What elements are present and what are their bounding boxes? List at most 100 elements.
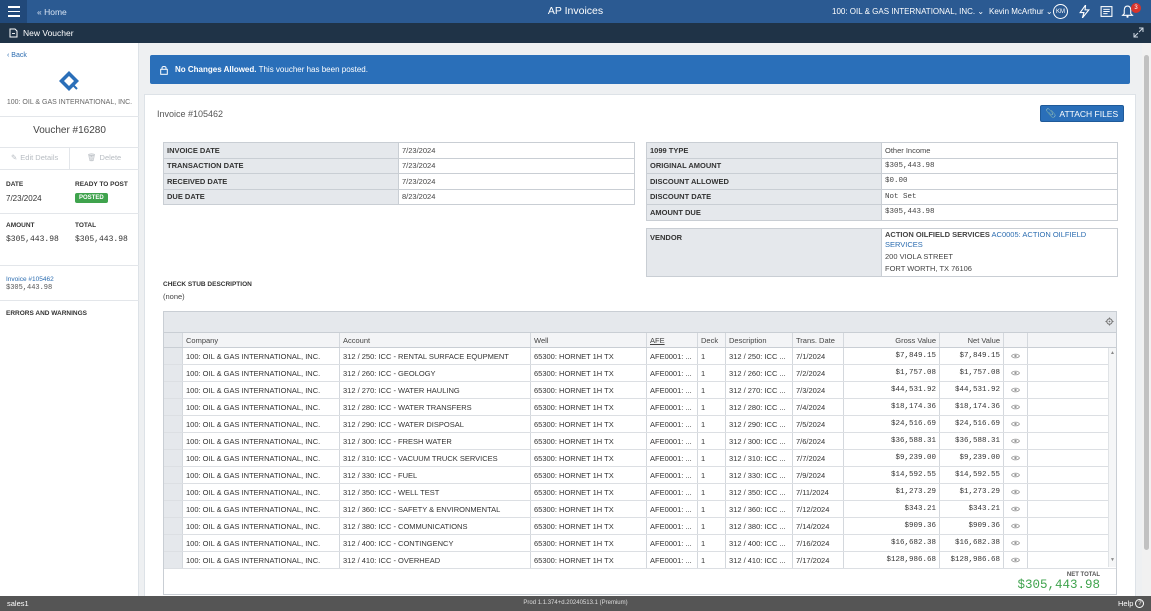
table-row[interactable]: 100: OIL & GAS INTERNATIONAL, INC. 312 / … [164,535,1116,552]
description-cell: 312 / 330: ICC ... [726,467,793,483]
help-link[interactable]: Help ? [1118,599,1145,608]
table-row[interactable]: 100: OIL & GAS INTERNATIONAL, INC. 312 / … [164,433,1116,450]
table-row[interactable]: 100: OIL & GAS INTERNATIONAL, INC. 312 / … [164,348,1116,365]
lightning-icon[interactable] [1078,5,1091,18]
sidebar-company-name: 100: OIL & GAS INTERNATIONAL, INC. [6,99,133,106]
column-header-well[interactable]: Well [531,333,647,347]
attach-files-button[interactable]: 📎 ATTACH FILES [1040,105,1124,122]
net-value-cell: $24,516.69 [940,416,1004,432]
field-label: ORIGINAL AMOUNT [646,157,882,174]
row-selector[interactable] [164,365,183,381]
table-row[interactable]: 100: OIL & GAS INTERNATIONAL, INC. 312 / … [164,518,1116,535]
home-link[interactable]: « Home [37,7,67,17]
table-row[interactable]: 100: OIL & GAS INTERNATIONAL, INC. 312 / … [164,467,1116,484]
net-value-cell: $1,757.08 [940,365,1004,381]
table-row[interactable]: 100: OIL & GAS INTERNATIONAL, INC. 312 / … [164,365,1116,382]
column-header-gross-value[interactable]: Gross Value [844,333,940,347]
row-selector[interactable] [164,433,183,449]
table-row[interactable]: 100: OIL & GAS INTERNATIONAL, INC. 312 / … [164,501,1116,518]
company-cell: 100: OIL & GAS INTERNATIONAL, INC. [183,399,340,415]
column-header-trans-date[interactable]: Trans. Date [793,333,844,347]
row-selector[interactable] [164,416,183,432]
grid-scrollbar[interactable]: ▲ ▼ [1108,348,1116,567]
company-cell: 100: OIL & GAS INTERNATIONAL, INC. [183,518,340,534]
divider [0,300,139,301]
well-cell: 65300: HORNET 1H TX [531,348,647,364]
eye-icon[interactable] [1004,382,1028,398]
document-list-icon[interactable] [1100,5,1113,18]
scroll-up-icon[interactable]: ▲ [1110,350,1115,356]
deck-cell: 1 [698,501,726,517]
new-voucher-button[interactable]: New Voucher [9,28,74,38]
trans-date-cell: 7/5/2024 [793,416,844,432]
well-cell: 65300: HORNET 1H TX [531,518,647,534]
eye-icon[interactable] [1004,467,1028,483]
column-header-net-value[interactable]: Net Value [940,333,1004,347]
expand-icon[interactable] [1133,27,1144,38]
divider [0,265,139,266]
gear-icon[interactable] [1105,317,1114,326]
menu-icon[interactable] [0,0,27,23]
table-row[interactable]: 100: OIL & GAS INTERNATIONAL, INC. 312 / … [164,484,1116,501]
row-selector[interactable] [164,399,183,415]
page-scrollbar[interactable] [1142,43,1151,596]
eye-icon[interactable] [1004,450,1028,466]
eye-icon[interactable] [1004,501,1028,517]
deck-cell: 1 [698,535,726,551]
table-row[interactable]: 100: OIL & GAS INTERNATIONAL, INC. 312 / … [164,416,1116,433]
column-header-company[interactable]: Company [183,333,340,347]
eye-icon[interactable] [1004,348,1028,364]
eye-icon[interactable] [1004,518,1028,534]
user-menu[interactable]: Kevin McArthur ⌄ [989,7,1053,16]
gross-value-cell: $1,757.08 [844,365,940,381]
row-selector[interactable] [164,467,183,483]
table-row: TRANSACTION DATE 7/23/2024 [163,157,635,174]
table-row[interactable]: 100: OIL & GAS INTERNATIONAL, INC. 312 / … [164,450,1116,467]
eye-icon[interactable] [1004,433,1028,449]
row-selector-header [164,333,183,347]
row-selector[interactable] [164,518,183,534]
row-selector[interactable] [164,450,183,466]
grid-header-row: Company Account Well AFE Deck Descriptio… [164,333,1116,348]
chevron-down-icon: ⌄ [977,7,985,16]
column-header-deck[interactable]: Deck [698,333,726,347]
net-value-cell: $36,588.31 [940,433,1004,449]
divider [0,116,139,117]
eye-icon[interactable] [1004,416,1028,432]
eye-icon[interactable] [1004,399,1028,415]
row-selector[interactable] [164,382,183,398]
delete-button[interactable]: 🗑 Delete [87,153,121,162]
row-selector[interactable] [164,501,183,517]
delete-label: Delete [99,153,122,162]
row-selector[interactable] [164,348,183,364]
company-selector[interactable]: 100: OIL & GAS INTERNATIONAL, INC. ⌄ [832,7,984,16]
eye-icon[interactable] [1004,365,1028,381]
trans-date-cell: 7/12/2024 [793,501,844,517]
net-value-cell: $18,174.36 [940,399,1004,415]
column-header-account[interactable]: Account [340,333,531,347]
back-link[interactable]: ‹ Back [7,52,27,59]
column-header-afe[interactable]: AFE [647,333,698,347]
scroll-down-icon[interactable]: ▼ [1110,557,1115,563]
eye-icon[interactable] [1004,535,1028,551]
scrollbar-thumb[interactable] [1144,55,1149,550]
table-row[interactable]: 100: OIL & GAS INTERNATIONAL, INC. 312 / … [164,399,1116,416]
avatar[interactable]: KM [1053,4,1068,19]
invoice-link[interactable]: Invoice #105462 [6,276,54,283]
table-row[interactable]: 100: OIL & GAS INTERNATIONAL, INC. 312 / … [164,382,1116,399]
column-header-description[interactable]: Description [726,333,793,347]
row-selector[interactable] [164,552,183,568]
edit-details-button[interactable]: ✎ Edit Details [11,153,58,162]
eye-icon[interactable] [1004,552,1028,568]
row-selector[interactable] [164,535,183,551]
table-row: AMOUNT DUE $305,443.98 [646,204,1118,221]
table-row[interactable]: 100: OIL & GAS INTERNATIONAL, INC. 312 / … [164,552,1116,569]
column-header-actions [1004,333,1028,347]
grid-body: 100: OIL & GAS INTERNATIONAL, INC. 312 / … [164,348,1116,569]
invoice-title: Invoice #105462 [157,109,224,119]
help-label: Help [1118,599,1134,608]
invoice-card: Invoice #105462 📎 ATTACH FILES INVOICE D… [144,94,1136,596]
description-cell: 312 / 410: ICC ... [726,552,793,568]
eye-icon[interactable] [1004,484,1028,500]
row-selector[interactable] [164,484,183,500]
